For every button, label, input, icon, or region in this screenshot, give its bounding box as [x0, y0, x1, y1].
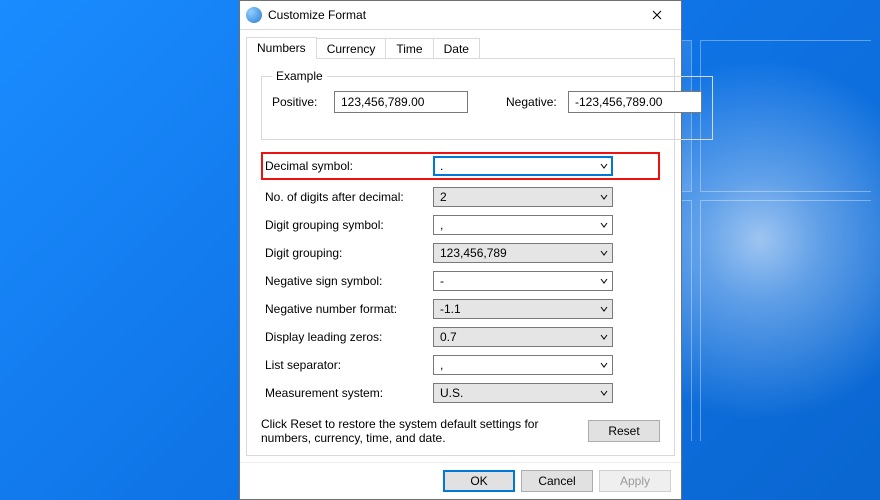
row-display-leading-zeros: Display leading zeros: 0.7: [261, 326, 660, 348]
titlebar[interactable]: Customize Format: [240, 1, 681, 30]
row-decimal-symbol: Decimal symbol: .: [261, 152, 660, 180]
combo-negative-sign-symbol[interactable]: -: [433, 271, 613, 291]
combo-measurement-system[interactable]: U.S.: [433, 383, 613, 403]
window-title: Customize Format: [268, 8, 635, 22]
positive-label: Positive:: [272, 95, 326, 109]
combo-digits-after-decimal[interactable]: 2: [433, 187, 613, 207]
chevron-down-icon: [596, 249, 612, 257]
example-legend: Example: [272, 69, 327, 83]
numbers-panel: Example Positive: 123,456,789.00 Negativ…: [246, 58, 675, 456]
tab-date[interactable]: Date: [433, 38, 480, 59]
combo-decimal-symbol[interactable]: .: [433, 156, 613, 176]
combo-digit-grouping[interactable]: 123,456,789: [433, 243, 613, 263]
label-negative-number-format: Negative number format:: [265, 302, 433, 316]
label-negative-sign-symbol: Negative sign symbol:: [265, 274, 433, 288]
chevron-down-icon: [596, 277, 612, 285]
chevron-down-icon: [596, 361, 612, 369]
chevron-down-icon: [596, 221, 612, 229]
tab-strip: Numbers Currency Time Date: [240, 34, 681, 58]
label-digits-after-decimal: No. of digits after decimal:: [265, 190, 433, 204]
row-digit-grouping-symbol: Digit grouping symbol: ,: [261, 214, 660, 236]
ok-button[interactable]: OK: [443, 470, 515, 492]
row-negative-number-format: Negative number format: -1.1: [261, 298, 660, 320]
tab-numbers[interactable]: Numbers: [246, 37, 317, 59]
chevron-down-icon: [596, 389, 612, 397]
row-measurement-system: Measurement system: U.S.: [261, 382, 660, 404]
combo-list-separator[interactable]: ,: [433, 355, 613, 375]
combo-negative-number-format[interactable]: -1.1: [433, 299, 613, 319]
label-display-leading-zeros: Display leading zeros:: [265, 330, 433, 344]
row-negative-sign-symbol: Negative sign symbol: -: [261, 270, 660, 292]
chevron-down-icon: [596, 305, 612, 313]
close-icon: [652, 10, 662, 20]
settings-list: Decimal symbol: . No. of digits after de…: [261, 152, 660, 404]
tab-time[interactable]: Time: [385, 38, 433, 59]
desktop-background: Customize Format Numbers Currency Time D…: [0, 0, 880, 500]
label-list-separator: List separator:: [265, 358, 433, 372]
reset-area: Click Reset to restore the system defaul…: [261, 417, 660, 445]
chevron-down-icon: [596, 162, 612, 170]
close-button[interactable]: [635, 1, 679, 29]
customize-format-dialog: Customize Format Numbers Currency Time D…: [239, 0, 682, 500]
apply-button[interactable]: Apply: [599, 470, 671, 492]
label-digit-grouping-symbol: Digit grouping symbol:: [265, 218, 433, 232]
label-digit-grouping: Digit grouping:: [265, 246, 433, 260]
row-digit-grouping: Digit grouping: 123,456,789: [261, 242, 660, 264]
positive-example: 123,456,789.00: [334, 91, 468, 113]
example-group: Example Positive: 123,456,789.00 Negativ…: [261, 69, 713, 140]
combo-display-leading-zeros[interactable]: 0.7: [433, 327, 613, 347]
combo-digit-grouping-symbol[interactable]: ,: [433, 215, 613, 235]
label-decimal-symbol: Decimal symbol:: [265, 159, 433, 173]
label-measurement-system: Measurement system:: [265, 386, 433, 400]
negative-label: Negative:: [506, 95, 560, 109]
tab-currency[interactable]: Currency: [316, 38, 387, 59]
negative-example: -123,456,789.00: [568, 91, 702, 113]
dialog-footer: OK Cancel Apply: [240, 462, 681, 499]
row-digits-after-decimal: No. of digits after decimal: 2: [261, 186, 660, 208]
row-list-separator: List separator: ,: [261, 354, 660, 376]
chevron-down-icon: [596, 193, 612, 201]
chevron-down-icon: [596, 333, 612, 341]
reset-description: Click Reset to restore the system defaul…: [261, 417, 576, 445]
reset-button[interactable]: Reset: [588, 420, 660, 442]
cancel-button[interactable]: Cancel: [521, 470, 593, 492]
region-globe-icon: [246, 7, 262, 23]
